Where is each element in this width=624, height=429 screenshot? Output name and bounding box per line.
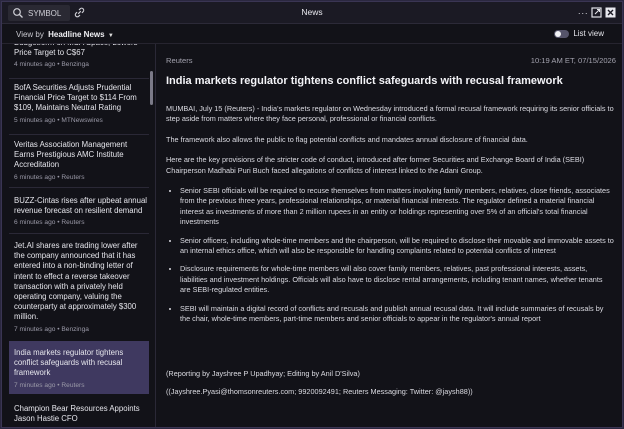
list-item[interactable]: Champion Bear Resources Appoints Jason H… bbox=[9, 404, 149, 424]
view-by-selector[interactable]: View by Headline News ▼ bbox=[16, 30, 114, 39]
article-title: India markets regulator tightens conflic… bbox=[166, 75, 563, 87]
article-contact: ((Jayshree.Pyasi@thomsonreuters.com; 992… bbox=[166, 387, 473, 396]
news-meta: 7 minutes ago • Reuters bbox=[14, 381, 85, 389]
window-title: News bbox=[301, 7, 323, 17]
divider bbox=[9, 134, 149, 135]
popout-icon[interactable] bbox=[591, 7, 602, 18]
news-headline: Champion Bear Resources Appoints Jason H… bbox=[14, 404, 140, 424]
news-meta: 6 minutes ago • Reuters bbox=[14, 219, 85, 227]
article-pane: Reuters 10:19 AM ET, 07/15/2026 India ma… bbox=[157, 44, 622, 427]
news-time: 6 minutes ago bbox=[14, 173, 56, 181]
news-time: 7 minutes ago bbox=[14, 325, 56, 333]
news-headline: India markets regulator tightens conflic… bbox=[14, 348, 124, 378]
divider bbox=[9, 187, 149, 188]
news-meta: 5 minutes ago • MTNewswires bbox=[14, 116, 103, 124]
list-item[interactable]: Jet.AI shares are trading lower after th… bbox=[9, 241, 149, 333]
article-bullet: Senior officers, including whole-time me… bbox=[180, 236, 614, 257]
article-bullet-list: Senior SEBI officials will be required t… bbox=[180, 186, 614, 324]
divider bbox=[9, 233, 149, 234]
toggle-switch[interactable] bbox=[554, 29, 570, 38]
list-view-toggle[interactable]: List view bbox=[554, 29, 604, 38]
list-scrollbar[interactable] bbox=[150, 71, 153, 105]
news-source: Benzinga bbox=[61, 61, 89, 69]
news-headline: Jet.AI shares are trading lower after th… bbox=[14, 241, 138, 322]
close-icon[interactable] bbox=[605, 7, 616, 18]
news-headline: BofA Securities Adjusts Prudential Finan… bbox=[14, 83, 137, 113]
article-credit: (Reporting by Jayshree P Upadhyay; Editi… bbox=[166, 369, 360, 378]
news-meta: 4 minutes ago • Benzinga bbox=[14, 61, 89, 69]
news-source: Reuters bbox=[61, 173, 85, 181]
list-item-selected[interactable]: India markets regulator tightens conflic… bbox=[9, 341, 149, 394]
news-source: Benzinga bbox=[61, 325, 89, 333]
news-time: 7 minutes ago bbox=[14, 381, 56, 389]
list-item[interactable]: BofA Securities Adjusts Prudential Finan… bbox=[9, 83, 149, 124]
article-bullet: Senior SEBI officials will be required t… bbox=[180, 186, 614, 228]
news-time: 5 minutes ago bbox=[14, 116, 56, 124]
more-options-icon[interactable]: ··· bbox=[578, 7, 588, 18]
article-bullet: Disclosure requirements for whole-time m… bbox=[180, 264, 614, 295]
list-item[interactable]: Budgetform on MSA Space, Lowers Price Ta… bbox=[9, 44, 149, 68]
article-bullet: SEBI will maintain a digital record of c… bbox=[180, 304, 614, 325]
article-paragraph: MUMBAI, July 15 (Reuters) - India's mark… bbox=[166, 104, 614, 124]
news-headline: Budgetform on MSA Space, Lowers Price Ta… bbox=[14, 44, 138, 58]
view-by-label: View by bbox=[16, 30, 44, 39]
news-time: 4 minutes ago bbox=[14, 61, 56, 69]
news-meta: 7 minutes ago • Benzinga bbox=[14, 325, 89, 333]
news-headline: BUZZ-Cintas rises after upbeat annual re… bbox=[14, 196, 148, 216]
view-by-value[interactable]: Headline News bbox=[48, 30, 104, 39]
article-paragraph: The framework also allows the public to … bbox=[166, 134, 528, 144]
article-timestamp: 10:19 AM ET, 07/15/2026 bbox=[530, 56, 616, 65]
news-source: MTNewswires bbox=[61, 116, 103, 124]
article-source: Reuters bbox=[166, 56, 193, 65]
chevron-down-icon: ▼ bbox=[107, 33, 114, 39]
news-window: News ··· View by Headline News ▼ List vi… bbox=[1, 1, 623, 428]
news-time: 6 minutes ago bbox=[14, 219, 56, 227]
news-source: Reuters bbox=[61, 381, 85, 389]
divider bbox=[9, 78, 149, 79]
article-paragraph: Here are the key provisions of the stric… bbox=[166, 155, 585, 175]
list-item[interactable]: BUZZ-Cintas rises after upbeat annual re… bbox=[9, 196, 149, 226]
list-view-label: List view bbox=[573, 29, 604, 38]
news-source: Reuters bbox=[61, 219, 85, 227]
news-list: Budgetform on MSA Space, Lowers Price Ta… bbox=[2, 44, 156, 427]
article-body: MUMBAI, July 15 (Reuters) - India's mark… bbox=[166, 104, 614, 335]
news-meta: 6 minutes ago • Reuters bbox=[14, 173, 85, 181]
title-bar: News ··· bbox=[2, 2, 622, 24]
news-headline: Veritas Association Management Earns Pre… bbox=[14, 140, 128, 170]
list-item[interactable]: Veritas Association Management Earns Pre… bbox=[9, 140, 149, 181]
toolbar: View by Headline News ▼ List view bbox=[2, 24, 622, 44]
